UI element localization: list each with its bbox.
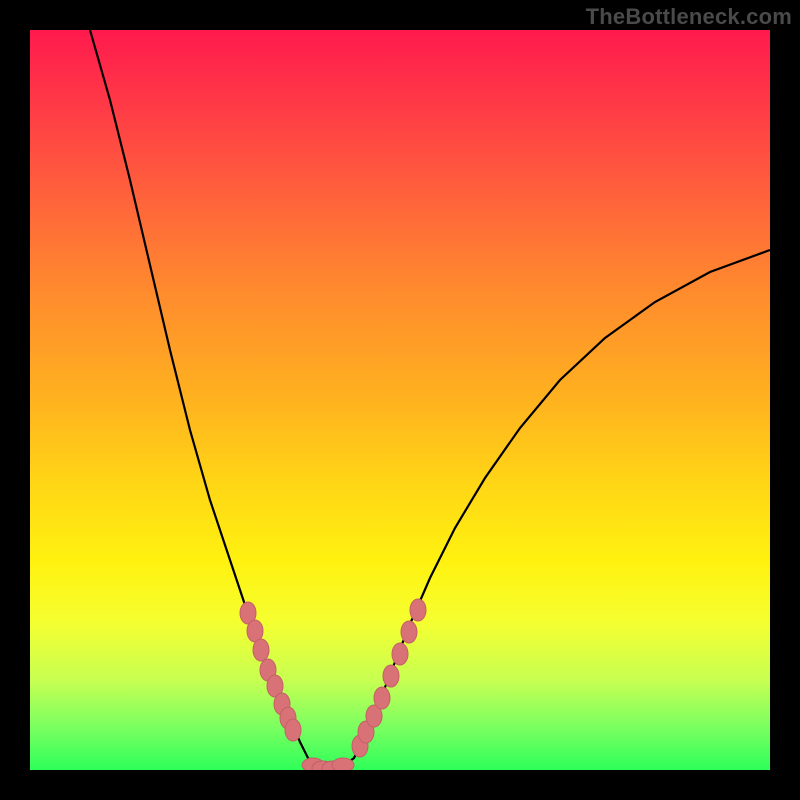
data-bead <box>332 758 354 770</box>
data-bead <box>383 665 399 687</box>
chart-frame: TheBottleneck.com <box>0 0 800 800</box>
data-bead <box>374 687 390 709</box>
data-bead <box>285 719 301 741</box>
plot-area <box>30 30 770 770</box>
data-bead <box>392 643 408 665</box>
watermark-text: TheBottleneck.com <box>586 4 792 30</box>
data-bead <box>410 599 426 621</box>
bead-group <box>240 599 426 770</box>
data-bead <box>253 639 269 661</box>
bottleneck-curve-svg <box>30 30 770 770</box>
bottleneck-curve <box>90 30 770 769</box>
data-bead <box>401 621 417 643</box>
